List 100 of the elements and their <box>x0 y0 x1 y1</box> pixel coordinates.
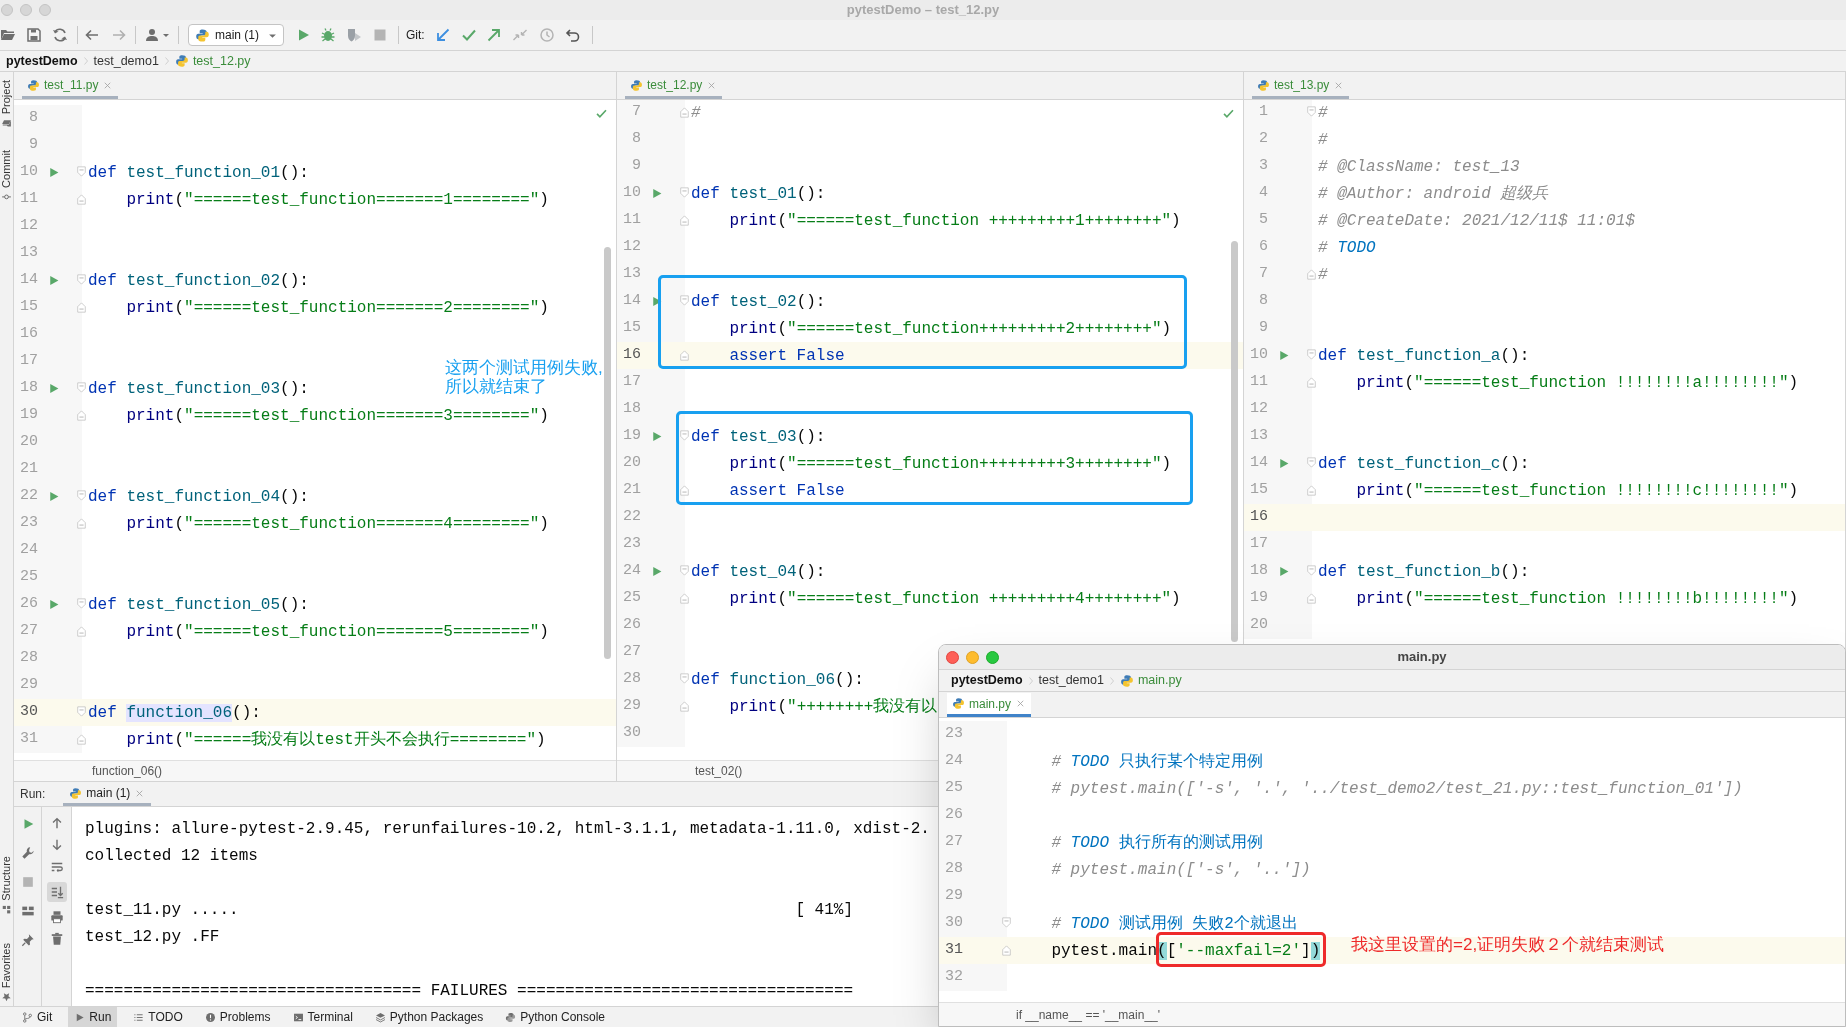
fold-marker-icon[interactable] <box>1306 564 1317 578</box>
window-control-button[interactable] <box>20 4 32 16</box>
back-arrow-icon[interactable] <box>84 27 100 43</box>
save-icon[interactable] <box>26 27 42 43</box>
merge-icon[interactable] <box>511 27 528 43</box>
line-number: 18 <box>1249 561 1268 582</box>
line-number: 31 <box>944 940 963 961</box>
fold-marker-icon[interactable] <box>679 483 690 497</box>
coverage-icon[interactable] <box>346 27 362 43</box>
breadcrumb-item[interactable]: test_12.py <box>192 51 251 71</box>
window-control-button[interactable] <box>39 4 51 16</box>
line-number: 29 <box>19 675 38 696</box>
fold-marker-icon[interactable] <box>1306 267 1317 281</box>
layers-icon <box>374 1011 386 1023</box>
folder-icon[interactable] <box>0 27 16 43</box>
scrollbar-thumb[interactable] <box>1231 241 1238 642</box>
fold-marker-icon[interactable] <box>679 564 690 578</box>
fold-marker-icon[interactable] <box>679 186 690 200</box>
tool-window-button[interactable]: Python Console <box>499 1007 611 1027</box>
check-icon[interactable] <box>595 107 608 120</box>
breadcrumb-item[interactable]: pytestDemo <box>6 51 78 71</box>
tool-window-button[interactable]: Run <box>68 1007 118 1027</box>
layout-icon[interactable] <box>20 904 35 918</box>
breadcrumb-text[interactable]: test_02() <box>695 762 743 780</box>
bug-icon[interactable] <box>320 27 336 43</box>
fold-marker-icon[interactable] <box>76 489 87 503</box>
tool-window-button[interactable]: Python Packages <box>368 1007 490 1027</box>
check-icon[interactable] <box>1222 107 1235 120</box>
fold-marker-icon[interactable] <box>679 591 690 605</box>
fold-marker-icon[interactable] <box>1306 348 1317 362</box>
fold-marker-icon[interactable] <box>76 705 87 719</box>
print-icon[interactable] <box>49 910 64 924</box>
clock-icon[interactable] <box>538 27 555 43</box>
check-icon[interactable] <box>460 27 477 43</box>
fold-marker-icon[interactable] <box>1306 591 1317 605</box>
soft-wrap-icon[interactable] <box>49 860 64 874</box>
scrollbar-thumb[interactable] <box>604 247 611 659</box>
wrench-icon[interactable] <box>20 846 35 860</box>
fold-marker-icon[interactable] <box>1306 456 1317 470</box>
fold-marker-icon[interactable] <box>76 192 87 206</box>
fold-marker-icon[interactable] <box>1306 375 1317 389</box>
fold-marker-icon[interactable] <box>76 597 87 611</box>
trash-icon[interactable] <box>49 932 64 946</box>
fold-marker-icon[interactable] <box>679 429 690 443</box>
breadcrumb-item[interactable]: test_demo1 <box>1038 671 1104 690</box>
fold-marker-icon[interactable] <box>1306 105 1317 119</box>
fold-marker-icon[interactable] <box>76 624 87 638</box>
window-control-button[interactable] <box>986 650 999 664</box>
line-number: 12 <box>622 237 641 258</box>
fold-marker-icon[interactable] <box>76 732 87 746</box>
breadcrumb-item[interactable]: main.py <box>1137 671 1182 690</box>
forward-arrow-icon[interactable] <box>111 27 127 43</box>
fold-marker-icon[interactable] <box>76 408 87 422</box>
caret-icon[interactable] <box>162 31 170 39</box>
tool-window-button[interactable]: Problems <box>198 1007 277 1027</box>
breadcrumb-text[interactable]: if __name__ == '__main__' <box>1016 1005 1161 1024</box>
fold-marker-icon[interactable] <box>679 672 690 686</box>
fold-marker-icon[interactable] <box>76 165 87 179</box>
pin-icon[interactable] <box>20 933 35 947</box>
code-line: print("======test_function=======2========") <box>125 297 549 318</box>
run-config-dropdown[interactable]: main (1) <box>188 24 284 46</box>
fold-marker-icon[interactable] <box>1001 943 1012 957</box>
tool-window-tab[interactable]: Favorites <box>0 942 15 1002</box>
editor-tab[interactable]: main.py <box>947 693 1032 717</box>
undo-icon[interactable] <box>564 27 581 43</box>
stop-icon[interactable] <box>372 27 388 43</box>
line-number: 17 <box>19 351 38 372</box>
play-icon <box>74 1011 86 1023</box>
fold-marker-icon[interactable] <box>76 381 87 395</box>
tool-window-button[interactable]: Terminal <box>286 1007 359 1027</box>
fold-marker-icon[interactable] <box>679 348 690 362</box>
stop-icon[interactable] <box>20 875 35 889</box>
fold-marker-icon[interactable] <box>76 273 87 287</box>
fold-marker-icon[interactable] <box>679 213 690 227</box>
window-control-button[interactable] <box>966 650 979 664</box>
user-icon[interactable] <box>145 27 161 43</box>
scroll-to-end-button[interactable] <box>46 882 67 902</box>
fold-marker-icon[interactable] <box>679 105 690 119</box>
fold-marker-icon[interactable] <box>1306 483 1317 497</box>
update-arrow-icon[interactable] <box>434 27 451 43</box>
window-control-button[interactable] <box>946 650 959 664</box>
python-file-icon <box>1119 673 1134 688</box>
line-number: 24 <box>944 751 963 772</box>
tool-window-button[interactable]: Git <box>16 1007 59 1027</box>
push-arrow-icon[interactable] <box>485 27 502 43</box>
breadcrumb-item[interactable]: pytestDemo <box>951 671 1023 690</box>
window-control-button[interactable] <box>1 4 13 16</box>
fold-marker-icon[interactable] <box>1001 916 1012 930</box>
tool-window-tab[interactable]: Structure <box>0 856 15 915</box>
fold-marker-icon[interactable] <box>679 294 690 308</box>
fold-marker-icon[interactable] <box>679 699 690 713</box>
tool-window-button[interactable]: TODO <box>127 1007 189 1027</box>
fold-marker-icon[interactable] <box>76 516 87 530</box>
breadcrumb-text[interactable]: function_06() <box>92 762 163 780</box>
tool-window-tab[interactable]: Project <box>0 80 15 129</box>
fold-marker-icon[interactable] <box>76 300 87 314</box>
sync-icon[interactable] <box>52 27 68 43</box>
tool-window-tab[interactable]: Commit <box>0 150 15 203</box>
breadcrumb-item[interactable]: test_demo1 <box>93 51 159 71</box>
line-number: 1 <box>1258 102 1268 123</box>
